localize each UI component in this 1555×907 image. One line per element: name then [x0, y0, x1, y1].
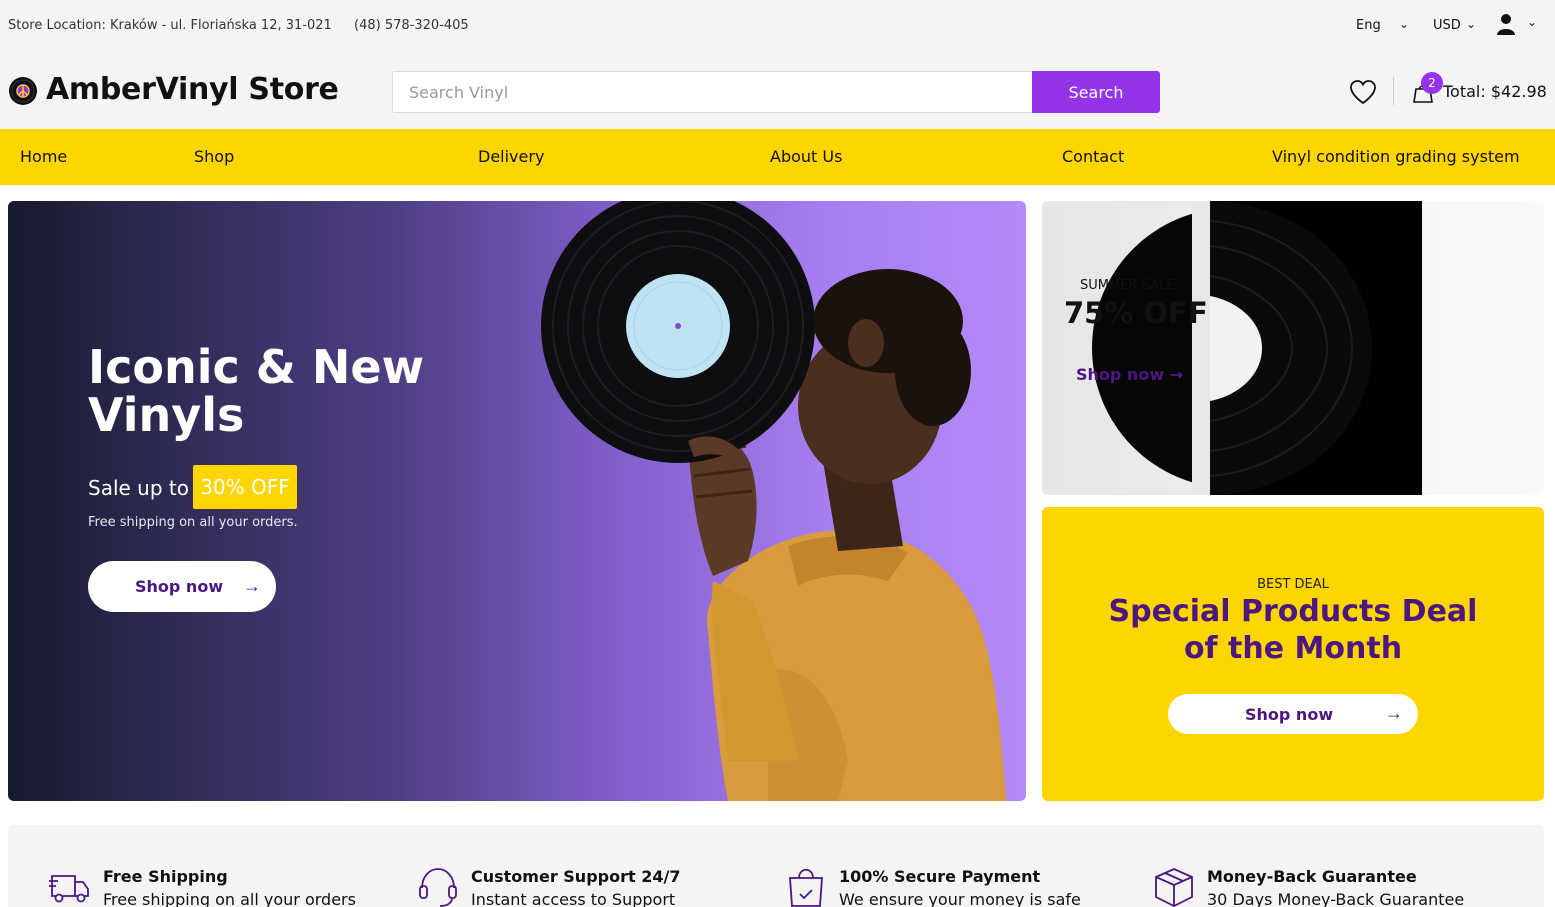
store-location: Store Location: Kraków - ul. Floriańska …: [8, 18, 332, 33]
header-divider: [1393, 77, 1394, 105]
summer-sale-card[interactable]: SUMMER SALE 75% OFF Shop now →: [1042, 201, 1544, 495]
nav-item-about-us[interactable]: About Us: [770, 147, 842, 166]
sale-eyebrow: SUMMER SALE: [1080, 278, 1175, 293]
nav-item-grading-system[interactable]: Vinyl condition grading system: [1272, 147, 1520, 166]
hero-shop-now-label: Shop now: [135, 577, 224, 596]
box-icon: [1155, 868, 1193, 907]
vinyl-logo-icon: [9, 77, 37, 105]
hero-shop-now-button[interactable]: Shop now →: [88, 561, 276, 612]
hero-photo-man-with-vinyl: [541, 201, 1006, 801]
wishlist-heart-icon[interactable]: [1349, 79, 1377, 105]
nav-item-shop[interactable]: Shop: [194, 147, 234, 166]
arrow-right-icon: →: [1385, 703, 1403, 723]
chevron-down-icon[interactable]: ⌄: [1399, 17, 1409, 31]
feature-title: Customer Support 24/7: [471, 867, 681, 886]
feature-title: Money-Back Guarantee: [1207, 867, 1417, 886]
hero-banner: Iconic & New Vinyls Sale up to 30% OFF F…: [8, 201, 1026, 801]
main-nav: Home Shop Delivery About Us Contact Viny…: [0, 129, 1555, 185]
features-strip: Free Shipping Free shipping on all your …: [8, 825, 1544, 907]
deal-shop-now-label: Shop now: [1245, 705, 1334, 724]
feature-subtitle: 30 Days Money-Back Guarantee: [1207, 890, 1465, 907]
hero-title: Iconic & New Vinyls: [88, 340, 425, 442]
headset-icon: [419, 868, 457, 907]
feature-subtitle: Free shipping on all your orders: [103, 890, 356, 907]
currency-select[interactable]: USD: [1433, 18, 1461, 33]
feature-title: 100% Secure Payment: [839, 867, 1041, 886]
top-bar: Store Location: Kraków - ul. Floriańska …: [0, 0, 1555, 55]
store-phone[interactable]: (48) 578-320-405: [354, 18, 469, 33]
nav-item-delivery[interactable]: Delivery: [478, 147, 544, 166]
language-select[interactable]: Eng: [1356, 18, 1381, 33]
chevron-down-icon[interactable]: ⌄: [1527, 15, 1537, 29]
hero-sale-text: Sale up to: [88, 476, 189, 500]
search-input[interactable]: [392, 71, 1032, 113]
site-logo-text[interactable]: AmberVinyl Store: [46, 72, 339, 107]
site-header: AmberVinyl Store Search 2 Total: $42.98: [0, 55, 1555, 129]
feature-subtitle: Instant access to Support: [471, 890, 676, 907]
feature-subtitle: We ensure your money is safe: [839, 890, 1081, 907]
hero-subtitle: Free shipping on all your orders.: [88, 515, 298, 530]
feature-title: Free Shipping: [103, 867, 228, 886]
vinyl-sleeve-image: [1092, 201, 1422, 495]
truck-icon: [49, 875, 89, 903]
deal-title: Special Products Deal of the Month: [1108, 594, 1478, 666]
shopping-bag-icon: [789, 868, 823, 907]
search-button[interactable]: Search: [1032, 71, 1160, 113]
cart-count-badge: 2: [1421, 72, 1443, 94]
user-icon[interactable]: [1494, 12, 1518, 36]
sale-shop-now-link[interactable]: Shop now →: [1076, 365, 1183, 384]
hero-discount-badge: 30% OFF: [193, 465, 297, 509]
best-deal-card: BEST DEAL Special Products Deal of the M…: [1042, 507, 1544, 801]
arrow-right-icon: →: [243, 576, 261, 596]
nav-item-home[interactable]: Home: [20, 147, 67, 166]
chevron-down-icon[interactable]: ⌄: [1466, 17, 1476, 31]
deal-eyebrow: BEST DEAL: [1257, 577, 1329, 592]
arrow-right-icon: →: [1169, 365, 1184, 384]
cart-total[interactable]: Total: $42.98: [1443, 82, 1547, 101]
deal-shop-now-button[interactable]: Shop now →: [1168, 694, 1418, 734]
sale-shop-now-label: Shop now: [1076, 365, 1165, 384]
sale-title: 75% OFF: [1064, 296, 1208, 330]
nav-item-contact[interactable]: Contact: [1062, 147, 1124, 166]
